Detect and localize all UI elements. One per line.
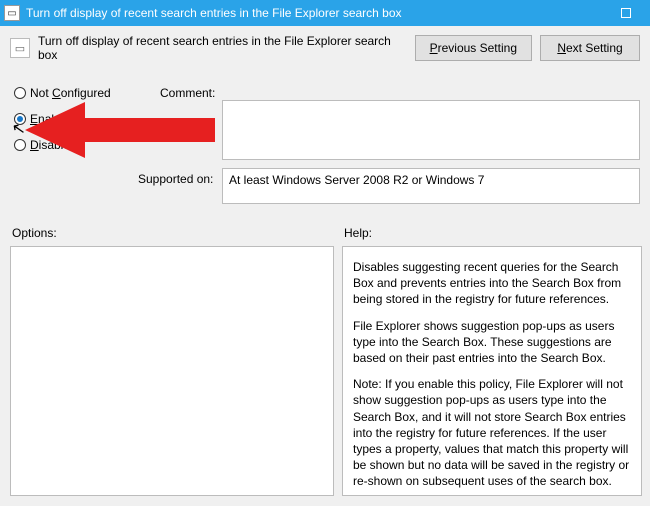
radio-not-configured[interactable]: Not Configured (14, 86, 111, 100)
help-panel: Disables suggesting recent queries for t… (342, 246, 642, 496)
radio-label: Enabled (30, 112, 74, 126)
policy-title: Turn off display of recent search entrie… (38, 34, 407, 62)
window-title: Turn off display of recent search entrie… (26, 6, 606, 20)
state-radio-group: Not Configured Enabled Disabled (14, 86, 111, 152)
supported-on-text: At least Windows Server 2008 R2 or Windo… (229, 173, 484, 187)
supported-on-field: At least Windows Server 2008 R2 or Windo… (222, 168, 640, 204)
radio-icon (14, 87, 26, 99)
next-setting-button[interactable]: Next Setting (540, 35, 640, 61)
help-paragraph: Note: If you enable this policy, File Ex… (353, 376, 631, 489)
maximize-button[interactable] (606, 2, 646, 24)
titlebar[interactable]: ▭ Turn off display of recent search entr… (0, 0, 650, 26)
help-paragraph: File Explorer shows suggestion pop-ups a… (353, 318, 631, 367)
help-label: Help: (344, 226, 372, 240)
maximize-icon (621, 8, 631, 18)
radio-icon (14, 139, 26, 151)
supported-on-label: Supported on: (138, 172, 213, 186)
comment-label: Comment: (160, 86, 215, 100)
radio-label: Disabled (30, 138, 77, 152)
options-panel (10, 246, 334, 496)
radio-enabled[interactable]: Enabled (14, 112, 111, 126)
radio-label: Not Configured (30, 86, 111, 100)
policy-icon: ▭ (4, 5, 20, 21)
radio-disabled[interactable]: Disabled (14, 138, 111, 152)
policy-header-icon: ▭ (10, 38, 30, 58)
options-label: Options: (12, 226, 57, 240)
help-paragraph: Disables suggesting recent queries for t… (353, 259, 631, 308)
radio-icon (14, 113, 26, 125)
previous-setting-button[interactable]: Previous Setting (415, 35, 532, 61)
comment-textarea[interactable] (222, 100, 640, 160)
